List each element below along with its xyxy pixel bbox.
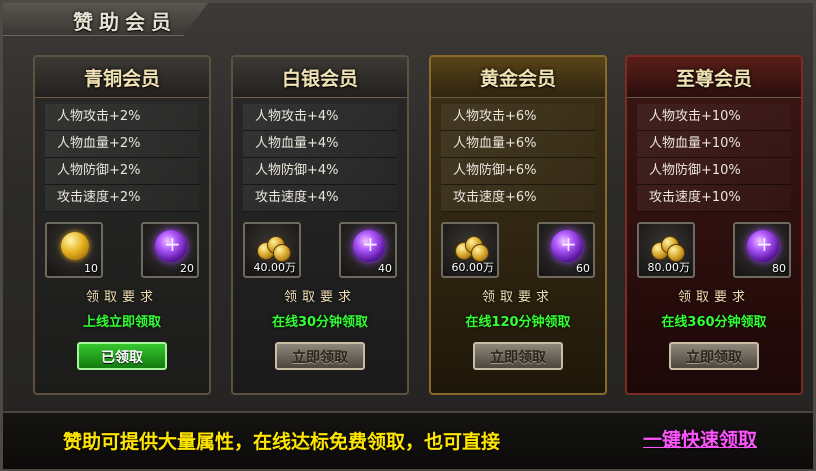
reward-qty: 10 — [84, 262, 98, 275]
requirement-label: 领取要求 — [283, 290, 356, 305]
requirement-text: 在线360分钟领取 — [661, 315, 767, 330]
purple-gem-icon — [353, 230, 385, 262]
tier-card-gold: 黄金会员 人物攻击+6% 人物血量+6% 人物防御+6% 攻击速度+6% 60.… — [429, 55, 607, 395]
purple-gem-icon — [551, 230, 583, 262]
reward-slot[interactable]: 80 — [733, 222, 791, 278]
attribute-row: 攻击速度+6% — [441, 185, 595, 212]
reward-qty: 60.00万 — [451, 261, 495, 274]
attribute-row: 人物攻击+6% — [441, 104, 595, 131]
purple-gem-icon — [747, 230, 779, 262]
claim-now-button[interactable]: 立即领取 — [275, 342, 365, 370]
tier-card-silver: 白银会员 人物攻击+4% 人物血量+4% 人物防御+4% 攻击速度+4% 40.… — [231, 55, 409, 395]
attribute-row: 人物血量+4% — [243, 131, 397, 158]
tier-name: 至尊会员 — [675, 67, 752, 90]
claim-now-button[interactable]: 立即领取 — [473, 342, 563, 370]
attribute-row: 攻击速度+4% — [243, 185, 397, 212]
tier-card-bronze: 青铜会员 人物攻击+2% 人物血量+2% 人物防御+2% 攻击速度+2% 10 … — [33, 55, 211, 395]
tier-header: 白银会员 — [233, 57, 407, 98]
reward-slots: 10 20 — [45, 222, 199, 278]
title-tab: 赞助会员 — [3, 3, 208, 36]
reward-slots: 80.00万 80 — [637, 222, 791, 278]
attribute-row: 人物防御+4% — [243, 158, 397, 185]
requirement-text: 上线立即领取 — [82, 315, 161, 330]
reward-slot[interactable]: 60.00万 — [441, 222, 499, 278]
claim-now-button[interactable]: 立即领取 — [669, 342, 759, 370]
tier-card-supreme: 至尊会员 人物攻击+10% 人物血量+10% 人物防御+10% 攻击速度+10%… — [625, 55, 803, 395]
requirement-text: 在线30分钟领取 — [271, 315, 369, 330]
reward-slot[interactable]: 40 — [339, 222, 397, 278]
purple-gem-icon — [155, 230, 187, 262]
attribute-row: 人物防御+2% — [45, 158, 199, 185]
tier-name: 青铜会员 — [83, 67, 160, 90]
reward-slots: 60.00万 60 — [441, 222, 595, 278]
panel-title: 赞助会员 — [73, 10, 177, 34]
attribute-list: 人物攻击+4% 人物血量+4% 人物防御+4% 攻击速度+4% — [243, 104, 397, 212]
gold-ingot-icon — [61, 232, 89, 260]
tier-header: 青铜会员 — [35, 57, 209, 98]
requirement-label: 领取要求 — [481, 290, 554, 305]
reward-slot[interactable]: 40.00万 — [243, 222, 301, 278]
quick-claim-link[interactable]: 一键快速领取 — [643, 425, 757, 452]
attribute-row: 人物攻击+10% — [637, 104, 791, 131]
claimed-button[interactable]: 已领取 — [77, 342, 167, 370]
attribute-list: 人物攻击+10% 人物血量+10% 人物防御+10% 攻击速度+10% — [637, 104, 791, 212]
reward-qty: 20 — [180, 262, 194, 275]
reward-slot[interactable]: 10 — [45, 222, 103, 278]
reward-slot[interactable]: 80.00万 — [637, 222, 695, 278]
attribute-row: 人物血量+2% — [45, 131, 199, 158]
reward-slot[interactable]: 20 — [141, 222, 199, 278]
attribute-list: 人物攻击+2% 人物血量+2% 人物防御+2% 攻击速度+2% — [45, 104, 199, 212]
tier-name: 黄金会员 — [479, 67, 556, 90]
attribute-row: 人物血量+6% — [441, 131, 595, 158]
reward-qty: 80 — [772, 262, 786, 275]
attribute-row: 人物攻击+2% — [45, 104, 199, 131]
reward-qty: 40 — [378, 262, 392, 275]
attribute-row: 人物防御+6% — [441, 158, 595, 185]
tier-name: 白银会员 — [281, 67, 358, 90]
sponsor-member-panel: 赞助会员 青铜会员 人物攻击+2% 人物血量+2% 人物防御+2% 攻击速度+2… — [0, 0, 816, 471]
attribute-row: 人物攻击+4% — [243, 104, 397, 131]
reward-qty: 40.00万 — [253, 261, 297, 274]
gold-coins-icon — [255, 234, 291, 262]
requirement-label: 领取要求 — [85, 290, 158, 305]
gold-coins-icon — [453, 234, 489, 262]
reward-qty: 60 — [576, 262, 590, 275]
tier-header: 至尊会员 — [627, 57, 801, 98]
requirement-label: 领取要求 — [677, 290, 750, 305]
reward-slots: 40.00万 40 — [243, 222, 397, 278]
reward-qty: 80.00万 — [647, 261, 691, 274]
attribute-row: 人物防御+10% — [637, 158, 791, 185]
gold-coins-icon — [649, 234, 685, 262]
requirement-text: 在线120分钟领取 — [465, 315, 571, 330]
footer-message: 赞助可提供大量属性，在线达标免费领取，也可直接 — [63, 431, 501, 453]
attribute-row: 人物血量+10% — [637, 131, 791, 158]
footer-bar: 赞助可提供大量属性，在线达标免费领取，也可直接 一键快速领取 — [3, 411, 813, 469]
attribute-row: 攻击速度+2% — [45, 185, 199, 212]
attribute-list: 人物攻击+6% 人物血量+6% 人物防御+6% 攻击速度+6% — [441, 104, 595, 212]
tier-header: 黄金会员 — [431, 57, 605, 98]
attribute-row: 攻击速度+10% — [637, 185, 791, 212]
reward-slot[interactable]: 60 — [537, 222, 595, 278]
